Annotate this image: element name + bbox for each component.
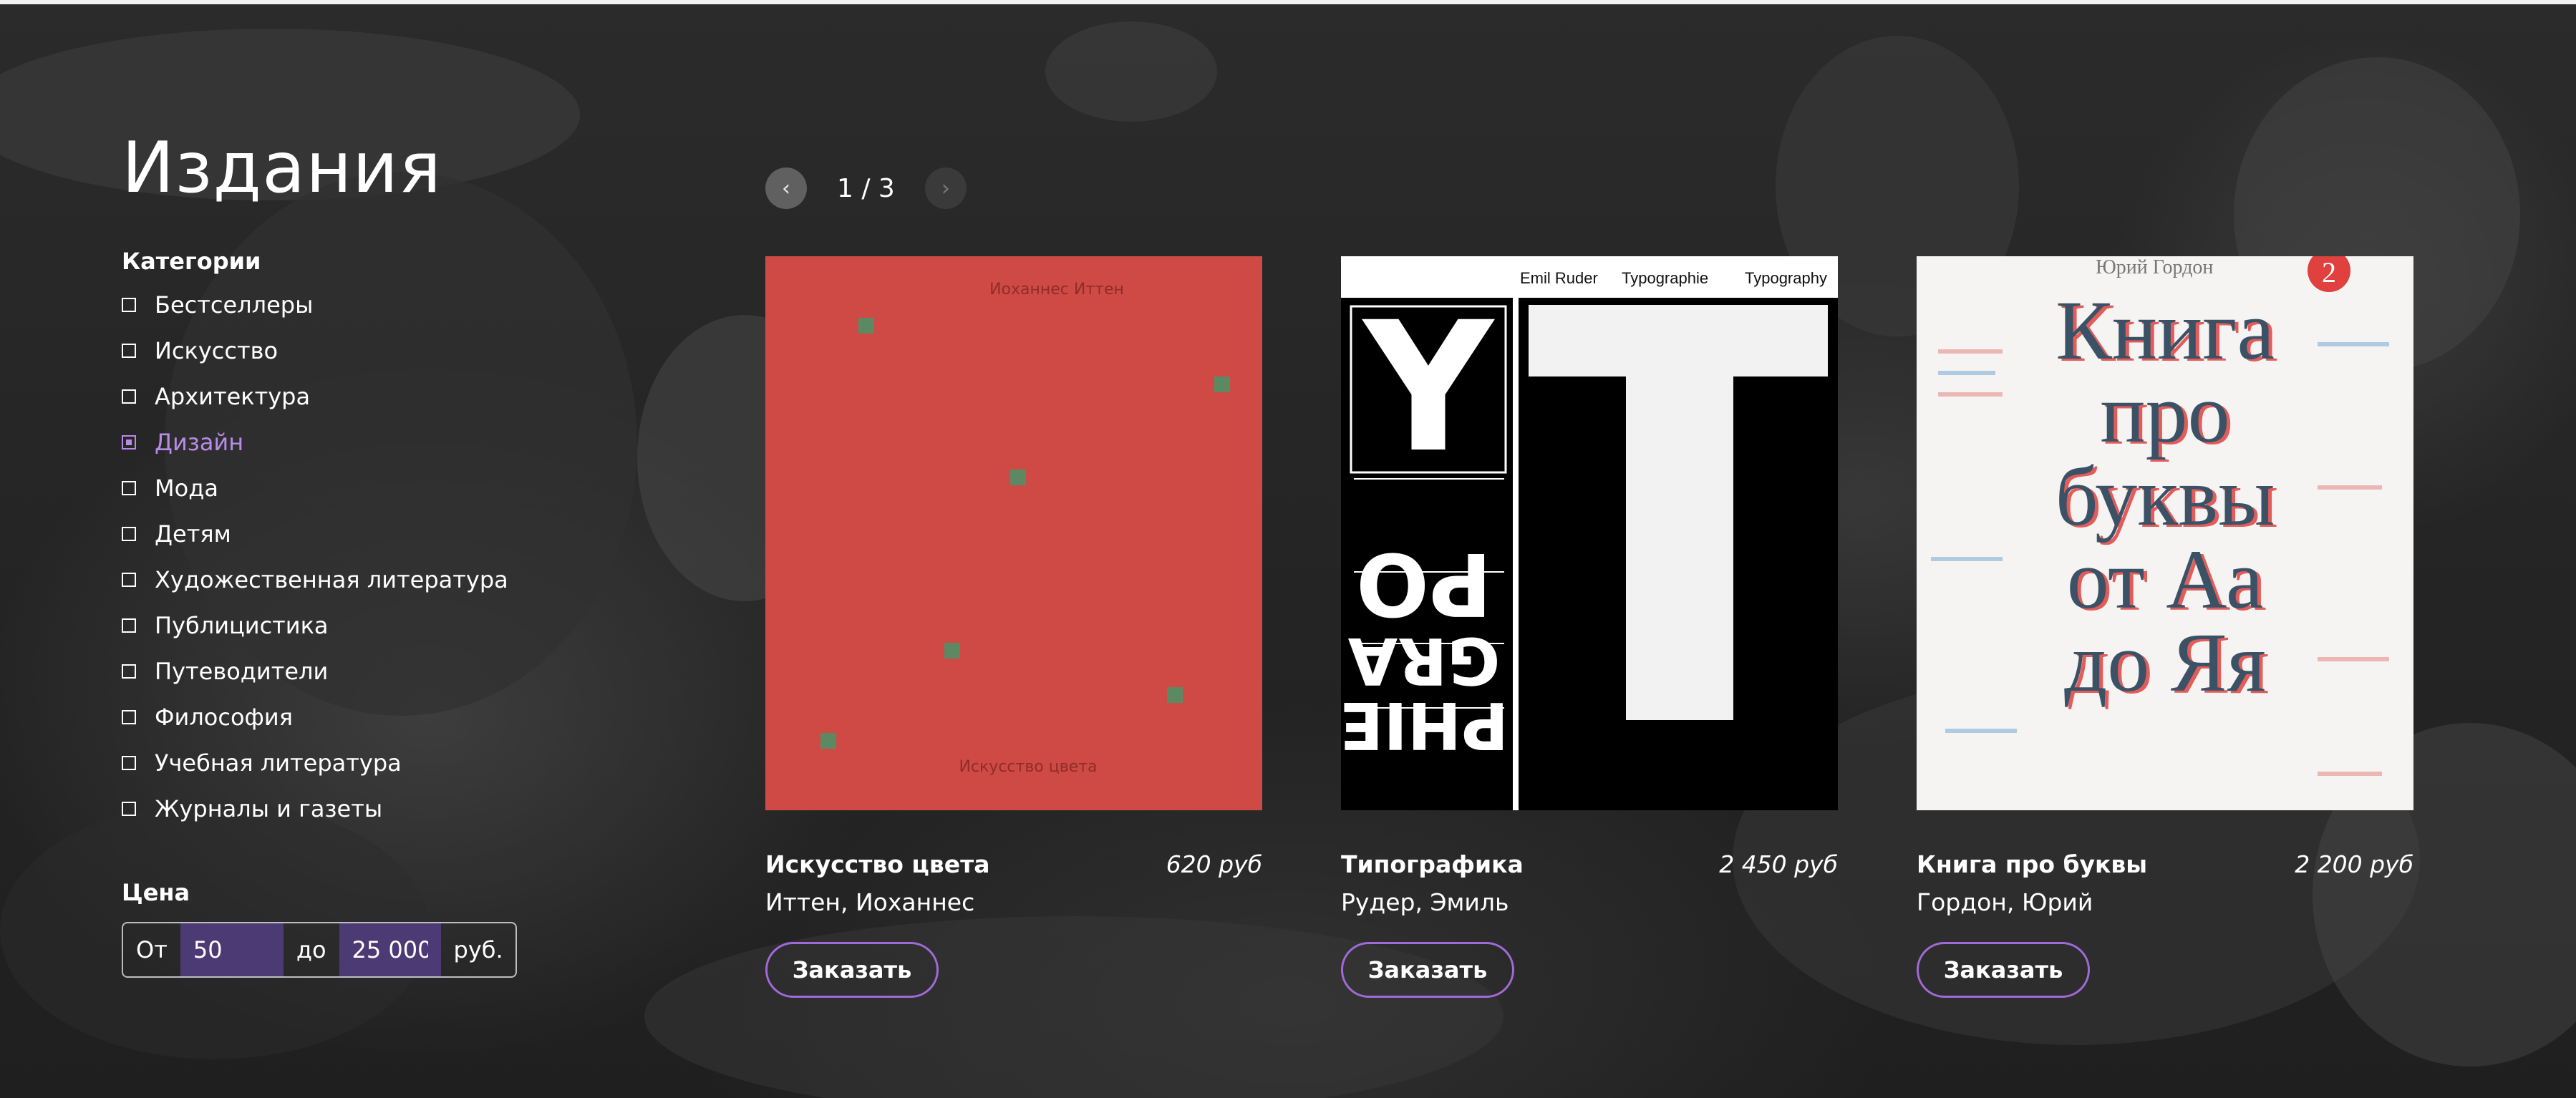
chevron-right-icon: ›	[941, 175, 950, 201]
cover-title-line: от Аа	[2066, 533, 2264, 626]
category-item-art[interactable]: Искусство	[122, 328, 623, 374]
category-label: Публицистика	[155, 612, 329, 639]
svg-text:GRA: GRA	[1347, 623, 1500, 698]
category-item-philosophy[interactable]: Философия	[122, 694, 623, 740]
category-item-fashion[interactable]: Мода	[122, 465, 623, 511]
cover-author-text: Иоханнес Иттен	[989, 281, 1124, 298]
book-price: 2 200 руб	[2295, 850, 2413, 878]
checkbox-icon[interactable]	[122, 344, 136, 358]
category-item-bestsellers[interactable]: Бестселлеры	[122, 282, 623, 328]
book-cover[interactable]: Emil Ruder Typographie Typography Y PO G…	[1341, 256, 1838, 810]
cover-badge: 2	[2308, 256, 2350, 292]
book-author: Гордон, Юрий	[1917, 888, 2093, 916]
page: Издания Категории Бестселлеры Искусство …	[0, 0, 2576, 1098]
filters-sidebar: Издания Категории Бестселлеры Искусство …	[122, 122, 623, 978]
category-label: Учебная литература	[155, 749, 402, 777]
pager-count: 1 / 3	[837, 173, 895, 203]
categories-heading: Категории	[122, 248, 261, 275]
order-button[interactable]: Заказать	[1341, 942, 1514, 998]
category-item-children[interactable]: Детям	[122, 511, 623, 557]
book-card: Иоханнес Иттен Искусство цвета Искусство…	[765, 256, 1262, 998]
price-to-input[interactable]	[339, 923, 441, 976]
book-info-row: Книга про буквы 2 200 руб	[1917, 850, 2413, 878]
cover-decoration	[2318, 772, 2382, 776]
svg-text:PO: PO	[1356, 533, 1492, 633]
book-cover[interactable]: Юрий Гордон 2 Книга про буквы от Аа до Я…	[1917, 256, 2413, 810]
category-label: Бестселлеры	[155, 291, 314, 319]
chevron-left-icon: ‹	[782, 175, 790, 201]
category-item-textbooks[interactable]: Учебная литература	[122, 740, 623, 786]
cover-decoration	[1945, 729, 2017, 733]
book-title[interactable]: Книга про буквы	[1917, 850, 2147, 878]
cover-dot	[1010, 470, 1026, 485]
price-range: От до руб.	[122, 922, 517, 978]
cover-dot	[1214, 376, 1230, 392]
category-label: Мода	[155, 475, 218, 502]
checkbox-checked-icon[interactable]	[122, 435, 136, 450]
book-card: Emil Ruder Typographie Typography Y PO G…	[1341, 256, 1838, 998]
book-cover[interactable]: Иоханнес Иттен Искусство цвета	[765, 256, 1262, 810]
checkbox-icon[interactable]	[122, 756, 136, 770]
category-label: Художественная литература	[155, 566, 508, 593]
category-label: Искусство	[155, 337, 279, 364]
book-card: Юрий Гордон 2 Книга про буквы от Аа до Я…	[1917, 256, 2413, 998]
book-title[interactable]: Типографика	[1341, 850, 1524, 878]
category-label: Архитектура	[155, 383, 311, 410]
price-to-label: до	[296, 936, 326, 963]
cover-dot	[1167, 687, 1183, 703]
cover-title: Книга про буквы от Аа до Яя	[1917, 283, 2413, 709]
cover-title-line: буквы	[2055, 450, 2275, 543]
category-item-magazines[interactable]: Журналы и газеты	[122, 786, 623, 832]
checkbox-icon[interactable]	[122, 481, 136, 495]
cover-artwork: Y PO GRA PHIE	[1341, 283, 1838, 810]
page-title: Издания	[122, 127, 442, 209]
cover-author-text: Юрий Гордон	[2096, 256, 2214, 278]
cover-dot	[820, 733, 836, 749]
checkbox-icon[interactable]	[122, 664, 136, 679]
currency-label: руб.	[453, 936, 503, 963]
cover-title-text: Искусство цвета	[959, 758, 1098, 776]
category-label: Философия	[155, 704, 293, 731]
pager: ‹ 1 / 3 ›	[765, 167, 967, 209]
pager-next-button[interactable]: ›	[924, 167, 967, 209]
checkbox-icon[interactable]	[122, 710, 136, 724]
book-info-row: Типографика 2 450 руб	[1341, 850, 1838, 878]
category-label: Журналы и газеты	[155, 795, 383, 822]
book-title[interactable]: Искусство цвета	[765, 850, 990, 878]
cover-title-line: до Яя	[2064, 616, 2266, 709]
order-button[interactable]: Заказать	[1917, 942, 2090, 998]
category-label: Путеводители	[155, 658, 329, 685]
book-author: Иттен, Иоханнес	[765, 888, 975, 916]
cover-title-line: Книга	[2056, 283, 2275, 377]
price-from-label: От	[136, 936, 168, 963]
svg-text:PHIE: PHIE	[1341, 687, 1509, 762]
category-label: Детям	[155, 520, 231, 548]
order-button[interactable]: Заказать	[765, 942, 939, 998]
category-item-design[interactable]: Дизайн	[122, 419, 623, 465]
book-price: 2 450 руб	[1719, 850, 1838, 878]
category-item-nonfiction[interactable]: Публицистика	[122, 603, 623, 648]
category-item-architecture[interactable]: Архитектура	[122, 374, 623, 419]
checkbox-icon[interactable]	[122, 298, 136, 312]
book-author: Рудер, Эмиль	[1341, 888, 1509, 916]
checkbox-icon[interactable]	[122, 618, 136, 633]
top-strip	[0, 0, 2576, 4]
checkbox-icon[interactable]	[122, 573, 136, 587]
cover-dot	[944, 643, 960, 659]
price-from-input[interactable]	[180, 923, 284, 976]
price-heading: Цена	[122, 879, 190, 906]
checkbox-icon[interactable]	[122, 802, 136, 816]
category-label: Дизайн	[155, 429, 244, 456]
cover-title-line: про	[2100, 366, 2230, 460]
pager-prev-button[interactable]: ‹	[765, 167, 807, 209]
book-info-row: Искусство цвета 620 руб	[765, 850, 1262, 878]
cover-dot	[858, 318, 874, 334]
svg-text:Y: Y	[1361, 283, 1495, 492]
checkbox-icon[interactable]	[122, 527, 136, 541]
category-item-guides[interactable]: Путеводители	[122, 648, 623, 694]
checkbox-icon[interactable]	[122, 389, 136, 404]
category-list: Бестселлеры Искусство Архитектура Дизайн…	[122, 282, 623, 832]
book-price: 620 руб	[1166, 850, 1262, 878]
category-item-fiction[interactable]: Художественная литература	[122, 557, 623, 603]
